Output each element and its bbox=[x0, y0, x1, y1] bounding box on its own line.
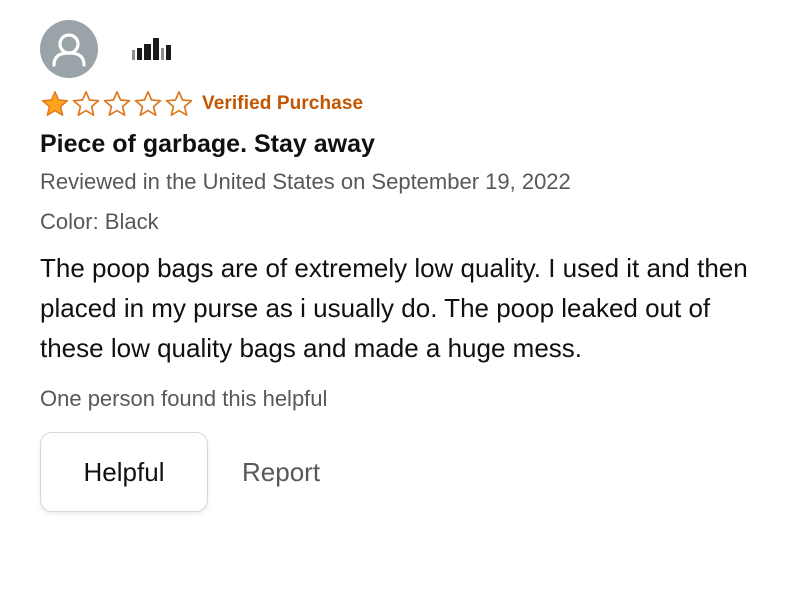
rating-row: Verified Purchase bbox=[40, 90, 780, 118]
verified-purchase-badge: Verified Purchase bbox=[202, 93, 364, 114]
review-body: The poop bags are of extremely low quali… bbox=[40, 253, 748, 363]
user-avatar-icon[interactable] bbox=[40, 20, 98, 78]
review-title[interactable]: Piece of garbage. Stay away bbox=[40, 127, 780, 161]
helpful-count: One person found this helpful bbox=[40, 386, 328, 411]
helpful-button[interactable]: Helpful bbox=[40, 432, 208, 512]
report-link[interactable]: Report bbox=[242, 457, 320, 488]
star-outline-icon bbox=[72, 90, 100, 117]
product-variant: Color: Black bbox=[40, 209, 159, 234]
review-card: Verified Purchase Piece of garbage. Stay… bbox=[40, 20, 780, 512]
review-actions: Helpful Report bbox=[40, 432, 780, 512]
star-outline-icon bbox=[103, 90, 131, 117]
reviewer-profile bbox=[40, 20, 780, 78]
reviewer-name-redacted[interactable] bbox=[132, 38, 173, 60]
star-outline-icon bbox=[134, 90, 162, 117]
star-outline-icon bbox=[165, 90, 193, 117]
star-filled-icon bbox=[41, 91, 69, 116]
review-date: Reviewed in the United States on Septemb… bbox=[40, 169, 571, 194]
star-rating[interactable] bbox=[40, 90, 194, 118]
